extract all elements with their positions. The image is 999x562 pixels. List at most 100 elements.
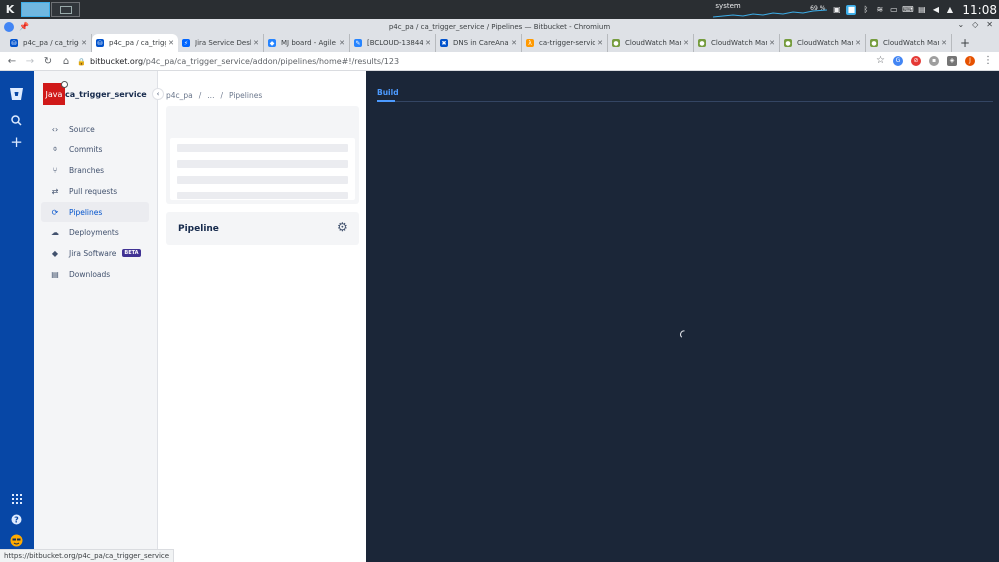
- video-call-icon[interactable]: ■: [846, 4, 857, 15]
- minimize-icon[interactable]: ⌄: [957, 20, 964, 29]
- tab-close-icon[interactable]: ✕: [425, 39, 431, 47]
- jira-service-desk-icon: ⚡: [182, 39, 190, 47]
- tab[interactable]: ◆ MJ board - Agile Board✕: [264, 34, 350, 52]
- collapse-sidebar-button[interactable]: ‹: [152, 88, 164, 100]
- reload-icon[interactable]: ↻: [42, 55, 54, 67]
- tab-close-icon[interactable]: ✕: [769, 39, 775, 47]
- sidebar-item-branches[interactable]: ⑂ Branches: [41, 160, 149, 180]
- app-switcher-icon[interactable]: [8, 490, 25, 507]
- tab-close-icon[interactable]: ✕: [597, 39, 603, 47]
- breadcrumb: p4c_pa / ... / Pipelines: [166, 91, 262, 100]
- tab[interactable]: ✖ DNS in CareAnalytics✕: [436, 34, 522, 52]
- tab-close-icon[interactable]: ✕: [81, 39, 87, 47]
- tab[interactable]: ● CloudWatch Management Console✕: [694, 34, 780, 52]
- sidebar-item-commits[interactable]: ⌽ Commits: [41, 139, 149, 159]
- tray-expand-icon[interactable]: ▲: [945, 5, 954, 14]
- extension-grey-icon[interactable]: ▪: [929, 55, 939, 66]
- photo-icon[interactable]: ▣: [832, 5, 841, 14]
- window-titlebar: 📌 p4c_pa / ca_trigger_service / Pipeline…: [0, 19, 999, 34]
- branch-icon: ⑂: [52, 165, 58, 175]
- profile-avatar[interactable]: J: [965, 55, 975, 66]
- tab-title: CloudWatch Management Console: [883, 39, 939, 47]
- menu-kebab-icon[interactable]: ⋮: [983, 55, 993, 66]
- help-icon[interactable]: ?: [8, 511, 25, 528]
- window-title: p4c_pa / ca_trigger_service / Pipelines …: [388, 22, 611, 31]
- tab[interactable]: ● CloudWatch Management Console✕: [780, 34, 866, 52]
- breadcrumb-item[interactable]: Pipelines: [229, 91, 262, 100]
- skeleton-line: [177, 176, 348, 184]
- maximize-icon[interactable]: ◇: [972, 20, 978, 29]
- chevron-left-icon: ‹: [156, 90, 160, 98]
- sidebar-item-downloads[interactable]: ▤ Downloads: [41, 264, 149, 284]
- keyboard-icon[interactable]: ⌨: [902, 5, 914, 14]
- tab-close-icon[interactable]: ✕: [941, 39, 947, 47]
- url-host: bitbucket.org: [90, 57, 144, 66]
- build-log-panel: Build: [366, 71, 999, 562]
- close-window-icon[interactable]: ✕: [986, 20, 993, 29]
- cloudwatch-icon: ●: [612, 39, 620, 47]
- back-icon[interactable]: ←: [6, 55, 18, 67]
- tab-strip: ⛁p4c_pa / ca_trigger_service✕ ⛁p4c_pa / …: [0, 34, 999, 52]
- tab[interactable]: ● CloudWatch Management Console✕: [866, 34, 952, 52]
- divider: [377, 101, 993, 102]
- user-avatar-icon[interactable]: [8, 532, 25, 549]
- tab-title: CloudWatch Management Console: [625, 39, 681, 47]
- desktop-2[interactable]: [51, 2, 80, 17]
- repo-header[interactable]: Java ca_trigger_service: [43, 81, 147, 105]
- clipboard-icon[interactable]: ▤: [917, 5, 926, 14]
- bitbucket-logo-icon[interactable]: [8, 85, 25, 102]
- volume-icon[interactable]: ◀: [931, 5, 940, 14]
- tab-build[interactable]: Build: [377, 88, 399, 97]
- tab[interactable]: ⚡ Jira Service Desk ✕: [178, 34, 264, 52]
- code-icon: ‹›: [51, 124, 59, 134]
- browser-toolbar: ← → ↻ ⌂ 🔒 bitbucket.org/p4c_pa/ca_trigge…: [0, 52, 999, 71]
- sidebar-item-pipelines[interactable]: ⟳ Pipelines: [41, 202, 149, 222]
- virtual-desktop-pager[interactable]: [21, 2, 80, 17]
- tab[interactable]: ✎ [BCLOUD-13844] ✕: [350, 34, 436, 52]
- tab[interactable]: λ ca-trigger-service ✕: [522, 34, 608, 52]
- home-icon[interactable]: ⌂: [60, 55, 72, 67]
- forward-icon[interactable]: →: [24, 55, 36, 67]
- tab-title: CloudWatch Management Console: [797, 39, 853, 47]
- address-bar[interactable]: 🔒 bitbucket.org/p4c_pa/ca_trigger_servic…: [77, 55, 857, 68]
- cloudwatch-icon: ●: [784, 39, 792, 47]
- system-monitor[interactable]: system 69 %: [713, 1, 828, 18]
- tab-close-icon[interactable]: ✕: [683, 39, 689, 47]
- tab-close-icon[interactable]: ✕: [253, 39, 259, 47]
- gear-icon[interactable]: ⚙: [337, 221, 349, 233]
- sidebar-item-jira-software[interactable]: ◆ Jira Software BETA: [41, 243, 149, 263]
- tab-title: CloudWatch Management Console: [711, 39, 767, 47]
- sidebar-item-pull-requests[interactable]: ⇄ Pull requests: [41, 181, 149, 201]
- breadcrumb-separator: /: [198, 91, 202, 100]
- kde-launcher-icon[interactable]: K: [2, 2, 18, 18]
- battery-icon[interactable]: ▭: [889, 5, 898, 14]
- tab[interactable]: ⛁ p4c_pa / ca_trigger_service✕: [6, 34, 92, 52]
- create-icon[interactable]: +: [8, 133, 25, 151]
- tab-close-icon[interactable]: ✕: [855, 39, 861, 47]
- tab-active[interactable]: ⛁ p4c_pa / ca_trigger_service✕: [92, 34, 178, 52]
- loading-spinner-icon: [680, 330, 685, 338]
- new-tab-icon[interactable]: +: [960, 36, 970, 50]
- search-icon[interactable]: [8, 112, 25, 129]
- sidebar-item-label: Jira Software: [69, 248, 117, 258]
- bitbucket-icon: ⛁: [96, 39, 104, 47]
- clock[interactable]: 11:08: [962, 3, 997, 17]
- tab-close-icon[interactable]: ✕: [339, 39, 345, 47]
- breadcrumb-item[interactable]: p4c_pa: [166, 91, 193, 100]
- breadcrumb-item[interactable]: ...: [207, 91, 214, 100]
- tab-close-icon[interactable]: ✕: [168, 39, 174, 47]
- bluetooth-icon[interactable]: ᛒ: [861, 5, 870, 14]
- tab-close-icon[interactable]: ✕: [511, 39, 517, 47]
- pipelines-icon: ⟳: [51, 207, 59, 217]
- desktop-1[interactable]: [21, 2, 50, 17]
- bookmark-star-icon[interactable]: ☆: [876, 55, 885, 66]
- sidebar-item-deployments[interactable]: ☁ Deployments: [41, 222, 149, 242]
- extension-shield-icon[interactable]: ◈: [947, 55, 957, 66]
- wifi-icon[interactable]: ≋: [875, 5, 884, 14]
- sidebar-item-source[interactable]: ‹› Source: [41, 119, 149, 139]
- extension-translate-icon[interactable]: G: [893, 55, 903, 66]
- tab[interactable]: ● CloudWatch Management Console✕: [608, 34, 694, 52]
- lock-icon[interactable]: 🔒: [77, 58, 86, 66]
- extension-block-icon[interactable]: ⊘: [911, 55, 921, 66]
- pipeline-title: Pipeline: [178, 223, 219, 234]
